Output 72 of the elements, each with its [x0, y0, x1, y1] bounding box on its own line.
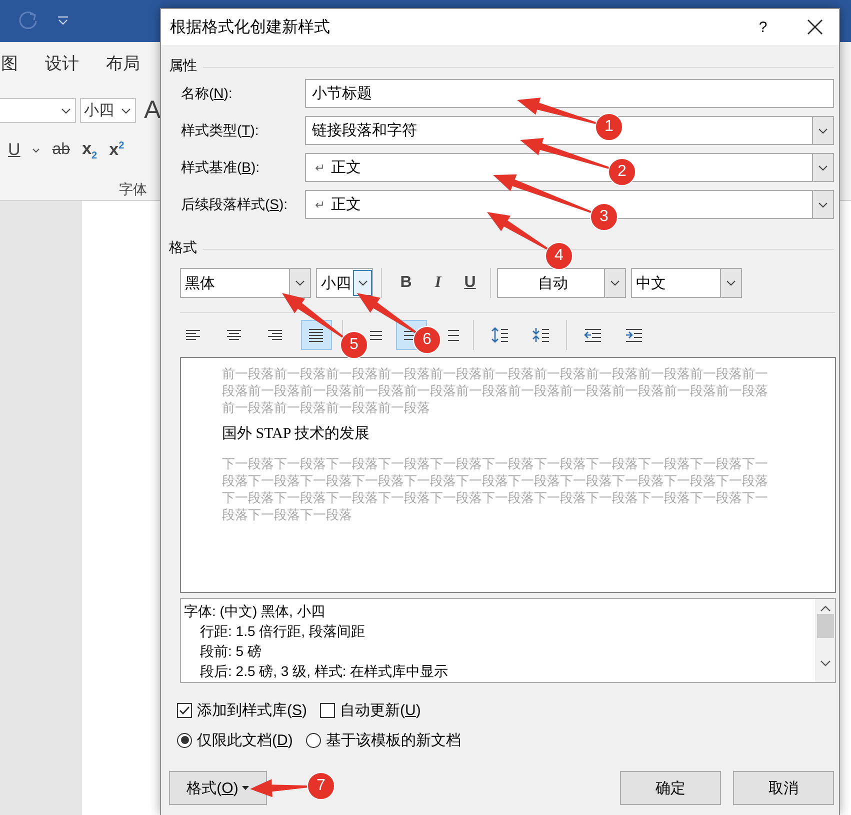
scroll-up-icon[interactable]	[820, 605, 830, 612]
indent-decrease-icon	[584, 327, 602, 343]
italic-button[interactable]: I	[424, 269, 452, 297]
close-icon	[807, 19, 823, 35]
field-label: 名称(N):	[180, 84, 234, 102]
chevron-icon	[295, 280, 305, 286]
chevron-icon	[610, 280, 620, 286]
space-increase-icon	[490, 327, 508, 343]
size-dropdown[interactable]: 小四	[316, 268, 373, 298]
pointer-arrow	[250, 779, 308, 798]
subscript-button[interactable]: x$_{2}$	[82, 138, 98, 162]
font-size-box[interactable]: 小四	[80, 98, 136, 123]
next-paragraph-text: 下一段落下一段落下一段落下一段落下一段落下一段落下一段落下一段落下一段落下一段落下一段落下一段落下一段落下一段落下一段落下一段落下一段落下一段落下一段落下一段落下一段落下一段落下一段落下一段落下一段落下一段落下一段落下一段落下一段落下一段落下一段落下一段落下一段落下一段落	[222, 455, 769, 523]
previous-paragraph-text: 前一段落前一段落前一段落前一段落前一段落前一段落前一段落前一段落前一段落前一段落前一段落前一段落前一段落前一段落前一段落前一段落前一段落前一段落前一段落前一段落前一段落前一段落前一段落前一段落前一段落	[222, 365, 769, 416]
description-line: 字体: (中文) 黑体, 小四	[184, 602, 326, 621]
section-heading: 属性	[169, 57, 197, 75]
indent-increase-icon	[624, 327, 642, 343]
font-color-dropdown[interactable]: 自动	[497, 268, 626, 298]
pointer-arrow	[282, 293, 344, 338]
underline-button[interactable]: U	[456, 269, 484, 297]
checkbox-label[interactable]: 添加到样式库(S)	[197, 700, 308, 720]
chevron-icon	[818, 202, 828, 208]
align-left-icon	[184, 327, 202, 343]
name-field[interactable]: 小节标题	[305, 79, 834, 108]
section-heading: 格式	[169, 239, 197, 257]
group-label: 字体	[119, 181, 147, 199]
radio-button[interactable]	[306, 732, 321, 748]
space-decrease-icon	[532, 327, 550, 343]
help-button[interactable]: ?	[749, 18, 777, 36]
sample-text: 国外 STAP 技术的发展	[222, 424, 370, 443]
chevron-icon	[726, 280, 736, 286]
ribbon-tab[interactable]: 设计	[45, 52, 79, 74]
underline-button[interactable]: U	[8, 140, 20, 160]
bold-button[interactable]: B	[392, 269, 420, 297]
justify-button[interactable]	[301, 320, 332, 350]
grow-font-button[interactable]: A	[144, 96, 161, 125]
radio-label[interactable]: 仅限此文档(D)	[197, 730, 293, 750]
field-label: 后续段落样式(S):	[180, 196, 289, 214]
checkbox[interactable]	[320, 702, 336, 718]
scroll-down-icon[interactable]	[820, 660, 830, 667]
chevron-icon	[358, 280, 368, 286]
superscript-button[interactable]: x$^{2}$	[109, 140, 124, 160]
checkbox-label[interactable]: 自动更新(U)	[340, 700, 421, 720]
font-dropdown[interactable]: 黑体	[180, 268, 311, 298]
caret-icon[interactable]	[32, 148, 40, 152]
dialog-button[interactable]: 确定	[620, 771, 721, 805]
strikethrough-button[interactable]: ab	[52, 141, 70, 159]
radio-button[interactable]	[177, 732, 192, 748]
description-line: 段前: 5 磅	[199, 642, 262, 661]
checkbox[interactable]	[177, 702, 192, 718]
customize-icon[interactable]	[57, 16, 69, 26]
format-menu-button[interactable]: 格式(O)	[169, 771, 267, 805]
ribbon-tab[interactable]: 图	[1, 52, 18, 74]
caret-icon	[242, 786, 250, 790]
chevron-icon	[818, 128, 828, 134]
field-label: 样式类型(T):	[180, 122, 260, 140]
description-line: 行距: 1.5 倍行距, 段落间距	[199, 622, 366, 641]
pointer-arrow	[357, 293, 417, 334]
field-label: 样式基准(B):	[180, 158, 261, 176]
dialog-title: 根据格式化创建新样式	[170, 18, 330, 38]
chevron-icon	[818, 164, 828, 170]
ribbon-tab[interactable]: 布局	[106, 52, 140, 74]
double-spacing-icon	[446, 327, 459, 343]
scrollbar[interactable]	[815, 599, 835, 682]
align-right-icon	[266, 327, 284, 343]
language-dropdown[interactable]: 中文	[631, 268, 742, 298]
scroll-thumb[interactable]	[816, 614, 834, 638]
description-line: 段后: 2.5 磅, 3 级, 样式: 在样式库中显示	[199, 662, 450, 681]
dialog-button[interactable]: 取消	[733, 771, 834, 805]
radio-label[interactable]: 基于该模板的新文档	[326, 730, 461, 750]
align-center-icon	[226, 327, 244, 343]
justify-icon	[308, 327, 326, 343]
